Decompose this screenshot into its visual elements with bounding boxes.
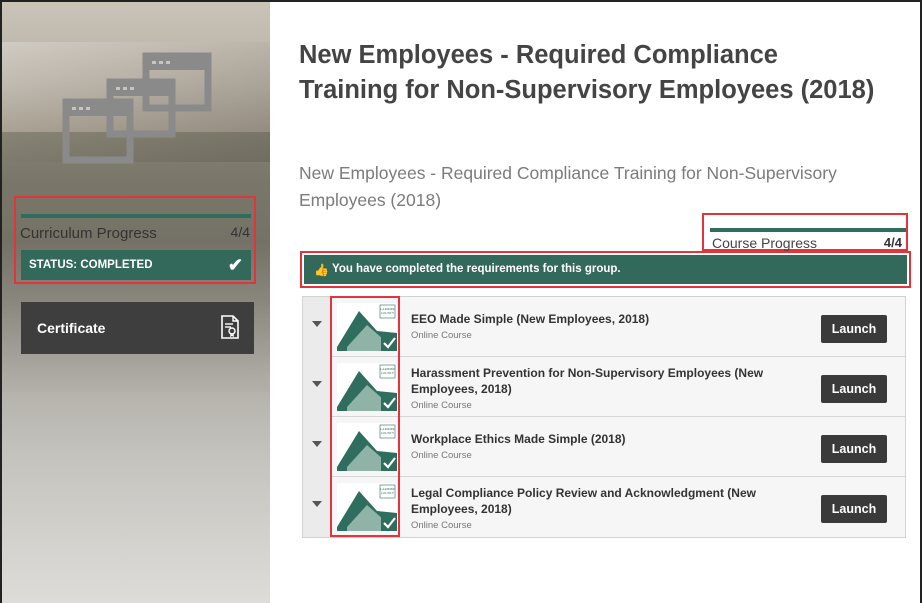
thumbs-up-icon: 👍 (314, 263, 329, 277)
course-progress-bar (710, 228, 906, 232)
launch-button[interactable]: Launch (821, 495, 887, 523)
launch-button[interactable]: Launch (821, 375, 887, 403)
course-list: LARIMER COUNTY EEO Made Simple (New Empl… (302, 296, 906, 538)
course-name[interactable]: Legal Compliance Policy Review and Ackno… (411, 485, 791, 517)
sidebar: Curriculum Progress 4/4 STATUS: COMPLETE… (2, 2, 270, 603)
course-progress-panel: Course Progress 4/4 (702, 213, 908, 251)
course-progress-label: Course Progress (712, 235, 818, 251)
course-thumbnail: LARIMER COUNTY (337, 303, 397, 351)
course-type: Online Course (411, 520, 472, 531)
svg-text:COUNTY: COUNTY (381, 431, 395, 435)
certificate-document-icon (221, 315, 239, 339)
course-name[interactable]: EEO Made Simple (New Employees, 2018) (411, 311, 791, 327)
checkmark-icon: ✔ (227, 255, 243, 275)
row-expand-toggle[interactable] (303, 357, 331, 417)
caret-down-icon (312, 381, 322, 387)
row-expand-toggle[interactable] (303, 297, 331, 357)
course-thumbnail: LARIMER COUNTY (337, 363, 397, 411)
launch-button[interactable]: Launch (821, 315, 887, 343)
page-title: New Employees - Required Compliance Trai… (299, 41, 875, 104)
course-row: LARIMER COUNTY EEO Made Simple (New Empl… (303, 297, 905, 357)
caret-down-icon (312, 501, 322, 507)
course-type: Online Course (411, 400, 472, 411)
stacked-windows-icon (62, 52, 212, 164)
row-expand-toggle[interactable] (303, 477, 331, 537)
course-row: LARIMER COUNTY Harassment Prevention for… (303, 357, 905, 417)
curriculum-progress-label: Curriculum Progress (20, 225, 157, 242)
caret-down-icon (312, 441, 322, 447)
status-badge: STATUS: COMPLETED ✔ (21, 250, 251, 280)
caret-down-icon (312, 321, 322, 327)
course-thumbnail: LARIMER COUNTY (337, 423, 397, 471)
course-thumbnail: LARIMER COUNTY (337, 483, 397, 531)
course-type: Online Course (411, 330, 472, 341)
svg-text:COUNTY: COUNTY (381, 491, 395, 495)
svg-text:COUNTY: COUNTY (381, 371, 395, 375)
course-row: LARIMER COUNTY Legal Compliance Policy R… (303, 477, 905, 537)
status-text: STATUS: COMPLETED (29, 259, 153, 271)
curriculum-progress-bar (21, 214, 251, 218)
curriculum-progress-panel: Curriculum Progress 4/4 STATUS: COMPLETE… (14, 196, 256, 284)
course-type: Online Course (411, 450, 472, 461)
row-expand-toggle[interactable] (303, 417, 331, 477)
course-name[interactable]: Workplace Ethics Made Simple (2018) (411, 431, 791, 447)
certificate-button[interactable]: Certificate (21, 302, 254, 354)
completion-banner-text: You have completed the requirements for … (332, 263, 621, 275)
course-progress-count: 4/4 (883, 235, 902, 250)
svg-text:COUNTY: COUNTY (381, 311, 395, 315)
curriculum-progress-count: 4/4 (230, 224, 250, 240)
certificate-label: Certificate (37, 320, 106, 336)
completion-banner-frame: 👍 You have completed the requirements fo… (300, 251, 911, 288)
page-subtitle: New Employees - Required Compliance Trai… (299, 163, 837, 210)
course-row: LARIMER COUNTY Workplace Ethics Made Sim… (303, 417, 905, 477)
course-name[interactable]: Harassment Prevention for Non-Supervisor… (411, 365, 791, 397)
completion-banner: 👍 You have completed the requirements fo… (304, 255, 907, 284)
launch-button[interactable]: Launch (821, 435, 887, 463)
